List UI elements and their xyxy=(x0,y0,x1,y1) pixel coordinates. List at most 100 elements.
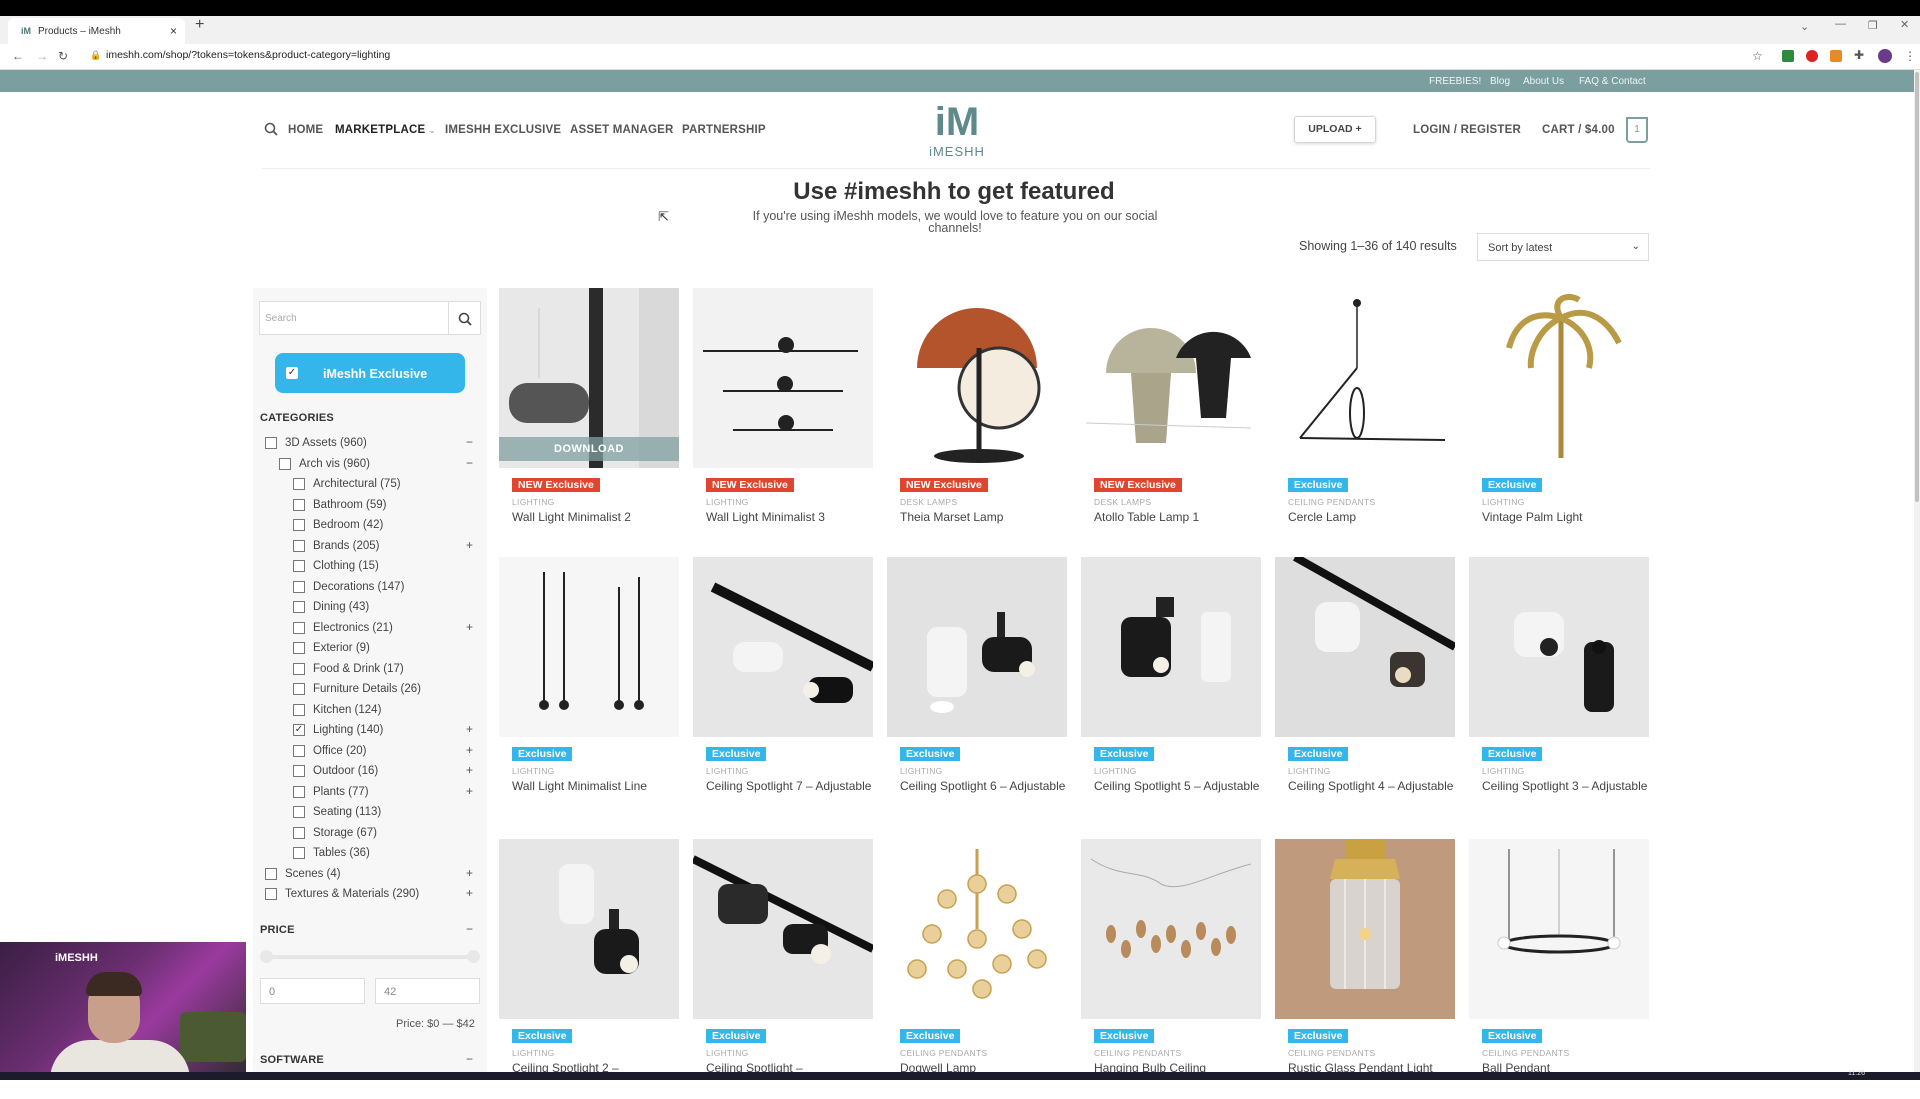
checkbox-icon[interactable] xyxy=(293,621,305,634)
product-image[interactable] xyxy=(1469,557,1649,737)
checkbox-checked-icon[interactable]: ✓ xyxy=(293,724,305,736)
product-image[interactable] xyxy=(887,557,1067,737)
checkbox-icon[interactable] xyxy=(293,765,305,777)
cart-link[interactable]: CART / $4.00 xyxy=(1542,124,1615,136)
site-logo[interactable]: iM iMESHH xyxy=(919,100,995,166)
category-item[interactable]: Architectural (75) xyxy=(293,477,483,493)
checkbox-icon[interactable] xyxy=(265,437,277,449)
upload-button[interactable]: UPLOAD + xyxy=(1294,116,1376,143)
price-slider-max-handle[interactable] xyxy=(467,950,480,963)
expand-plus-icon[interactable]: + xyxy=(466,784,473,798)
product-name[interactable]: Atollo Table Lamp 1 xyxy=(1094,510,1269,524)
checkbox-icon[interactable] xyxy=(293,683,305,695)
nav-home[interactable]: HOME xyxy=(288,124,323,136)
product-name[interactable]: Ceiling Spotlight 6 – Adjustable xyxy=(900,779,1075,793)
product-category[interactable]: LIGHTING xyxy=(900,766,943,776)
product-category[interactable]: LIGHTING xyxy=(706,1048,749,1058)
price-max-input[interactable]: 42 xyxy=(375,978,480,1004)
expand-plus-icon[interactable]: + xyxy=(466,620,473,634)
category-item[interactable]: Food & Drink (17) xyxy=(293,662,483,678)
product-image[interactable] xyxy=(1275,288,1455,468)
product-category[interactable]: CEILING PENDANTS xyxy=(1094,1048,1181,1058)
category-item[interactable]: Exterior (9) xyxy=(293,641,483,657)
product-name[interactable]: Wall Light Minimalist Line xyxy=(512,779,687,793)
product-card[interactable]: Exclusive LIGHTING Ceiling Spotlight 2 – xyxy=(499,839,679,1099)
product-card[interactable]: Exclusive LIGHTING Ceiling Spotlight 6 – A… xyxy=(887,557,1067,817)
product-category[interactable]: CEILING PENDANTS xyxy=(1482,1048,1569,1058)
category-item[interactable]: Kitchen (124) xyxy=(293,703,483,719)
product-card[interactable]: DOWNLOAD NEW Exclusive LIGHTING Wall Light … xyxy=(499,288,679,548)
search-icon[interactable] xyxy=(264,122,278,136)
category-item[interactable]: ✓ Lighting (140) xyxy=(293,723,483,739)
product-card[interactable]: Exclusive LIGHTING Ceiling Spotlight – xyxy=(693,839,873,1099)
product-name[interactable]: Theia Marset Lamp xyxy=(900,510,1075,524)
product-name[interactable]: Ceiling Spotlight 7 – Adjustable xyxy=(706,779,881,793)
url-field[interactable]: imeshh.com/shop/?tokens=tokens&product-c… xyxy=(106,49,390,61)
product-image[interactable] xyxy=(1469,288,1649,468)
browser-menu-icon[interactable]: ⋮ xyxy=(1904,49,1916,63)
freebies-link[interactable]: FREEBIES! xyxy=(1429,76,1481,87)
sidebar-search-input[interactable]: Search xyxy=(259,301,449,335)
download-button[interactable]: DOWNLOAD xyxy=(499,437,679,461)
checkbox-icon[interactable] xyxy=(293,744,305,757)
category-item[interactable]: Bathroom (59) xyxy=(293,498,483,514)
category-item[interactable]: Dining (43) xyxy=(293,600,483,616)
nav-marketplace[interactable]: MARKETPLACE ⌄ xyxy=(335,124,436,136)
price-collapse-toggle[interactable]: − xyxy=(466,922,473,936)
cart-count-badge[interactable]: 1 xyxy=(1626,117,1648,143)
maximize-icon[interactable]: ❐ xyxy=(1868,19,1878,32)
product-category[interactable]: LIGHTING xyxy=(706,497,749,507)
category-item[interactable]: Clothing (15) xyxy=(293,559,483,575)
product-name[interactable]: Vintage Palm Light xyxy=(1482,510,1657,524)
browser-tab[interactable]: iM Products – iMeshh × xyxy=(8,18,185,44)
product-card[interactable]: Exclusive CEILING PENDANTS Dogwell Lamp xyxy=(887,839,1067,1099)
extension-icon[interactable] xyxy=(1782,50,1794,62)
extension-icon[interactable] xyxy=(1806,50,1818,62)
category-item[interactable]: Brands (205) xyxy=(293,539,483,555)
product-image[interactable] xyxy=(1081,839,1261,1019)
checkbox-icon[interactable] xyxy=(293,498,305,511)
product-card[interactable]: Exclusive CEILING PENDANTS Rustic Glass Pe… xyxy=(1275,839,1455,1099)
category-item[interactable]: Bedroom (42) xyxy=(293,518,483,534)
profile-avatar[interactable] xyxy=(1878,49,1892,63)
category-item[interactable]: Scenes (4) xyxy=(265,867,455,883)
product-card[interactable]: Exclusive LIGHTING Wall Light Minimalist L… xyxy=(499,557,679,817)
forward-icon[interactable]: → xyxy=(36,49,48,63)
expand-plus-icon[interactable]: + xyxy=(466,743,473,757)
product-category[interactable]: LIGHTING xyxy=(512,766,555,776)
category-item[interactable]: Tables (36) xyxy=(293,846,483,862)
extension-icon[interactable] xyxy=(1830,50,1842,62)
product-card[interactable]: NEW Exclusive DESK LAMPS Theia Marset Lamp xyxy=(887,288,1067,548)
product-image[interactable] xyxy=(1469,839,1649,1019)
checkbox-icon[interactable] xyxy=(293,580,305,593)
expand-plus-icon[interactable]: + xyxy=(466,538,473,552)
collapse-minus-icon[interactable]: − xyxy=(466,456,473,470)
product-image[interactable] xyxy=(1081,288,1261,468)
blog-link[interactable]: Blog xyxy=(1490,76,1510,87)
product-category[interactable]: CEILING PENDANTS xyxy=(1288,1048,1375,1058)
category-item[interactable]: Textures & Materials (290) xyxy=(265,887,455,903)
checkbox-icon[interactable] xyxy=(293,785,305,798)
product-category[interactable]: LIGHTING xyxy=(706,766,749,776)
product-image[interactable] xyxy=(499,839,679,1019)
sidebar-search-button[interactable] xyxy=(449,301,481,335)
product-category[interactable]: LIGHTING xyxy=(1482,497,1525,507)
product-card[interactable]: Exclusive LIGHTING Ceiling Spotlight 7 – A… xyxy=(693,557,873,817)
checkbox-icon[interactable] xyxy=(279,457,291,470)
checkbox-icon[interactable] xyxy=(293,478,305,490)
product-image[interactable] xyxy=(887,288,1067,468)
collapse-minus-icon[interactable]: − xyxy=(466,435,473,449)
product-card[interactable]: NEW Exclusive LIGHTING Wall Light Minimali… xyxy=(693,288,873,548)
product-category[interactable]: CEILING PENDANTS xyxy=(1288,497,1375,507)
checkbox-icon[interactable] xyxy=(293,826,305,839)
price-slider-min-handle[interactable] xyxy=(260,950,273,963)
product-card[interactable]: Exclusive LIGHTING Vintage Palm Light xyxy=(1469,288,1649,548)
category-item[interactable]: Electronics (21) xyxy=(293,621,483,637)
minimize-icon[interactable]: — xyxy=(1835,18,1846,30)
expand-plus-icon[interactable]: + xyxy=(466,866,473,880)
about-us-link[interactable]: About Us xyxy=(1523,76,1564,87)
category-item[interactable]: 3D Assets (960) xyxy=(265,436,455,452)
nav-imeshh-exclusive[interactable]: IMESHH EXCLUSIVE xyxy=(445,124,561,136)
tab-search-icon[interactable]: ⌄ xyxy=(1800,20,1809,33)
product-name[interactable]: Ceiling Spotlight 5 – Adjustable xyxy=(1094,779,1269,793)
